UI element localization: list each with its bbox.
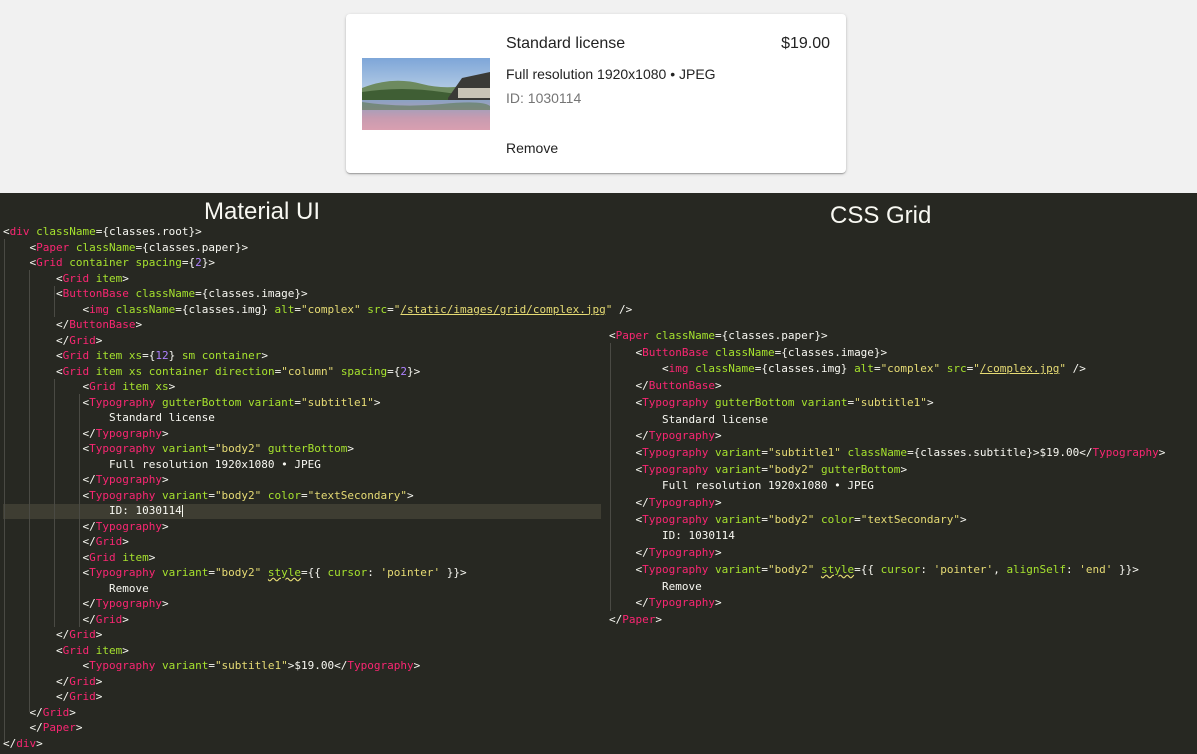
remove-button[interactable]: Remove bbox=[506, 140, 558, 156]
product-id: ID: 1030114 bbox=[506, 90, 582, 106]
code-editor: Material UI CSS Grid <div className={cla… bbox=[0, 193, 1197, 754]
right-heading: CSS Grid bbox=[830, 202, 932, 229]
product-title: Standard license bbox=[506, 35, 626, 52]
landscape-image-icon bbox=[362, 58, 490, 130]
text-cursor bbox=[181, 505, 183, 517]
preview-area: Standard license $19.00 Full resolution … bbox=[0, 0, 1197, 193]
product-resolution: Full resolution 1920x1080 • JPEG bbox=[506, 66, 716, 82]
left-heading: Material UI bbox=[204, 198, 321, 225]
product-card: Standard license $19.00 Full resolution … bbox=[346, 14, 846, 173]
product-price: $19.00 bbox=[781, 35, 830, 52]
product-image[interactable] bbox=[362, 58, 490, 130]
